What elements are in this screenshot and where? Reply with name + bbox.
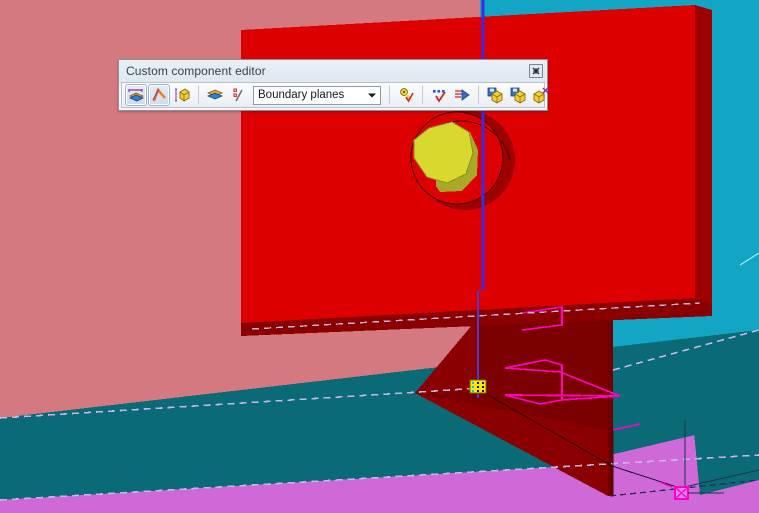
save-component-tool[interactable] <box>484 84 506 106</box>
extrude-solid-tool[interactable] <box>171 84 193 106</box>
origin-handle[interactable] <box>469 379 487 394</box>
toolbar-separator-2 <box>389 86 390 104</box>
combo-value: Boundary planes <box>258 89 345 101</box>
cube-delete-icon <box>533 87 549 104</box>
application-window: Custom component editor Boundary planes <box>0 0 759 513</box>
teal-floor-shade <box>690 370 759 495</box>
panel-title: Custom component editor <box>126 64 266 78</box>
delete-component-tool[interactable] <box>530 84 552 106</box>
plane-with-handles-icon <box>128 89 144 102</box>
close-button[interactable] <box>529 64 543 78</box>
list-arrow-icon <box>455 89 470 101</box>
surface-tool[interactable] <box>204 84 226 106</box>
toolbar-strip: Boundary planes <box>121 82 549 108</box>
custom-component-editor-panel[interactable]: Custom component editor Boundary planes <box>118 59 549 111</box>
save-cube-icon <box>487 87 503 104</box>
red-slab-right-face <box>695 5 712 303</box>
toolbar-separator-4 <box>478 86 479 104</box>
dashed-dimension-icon <box>233 88 243 102</box>
endpoint-handle[interactable] <box>674 486 689 500</box>
dots-check-icon <box>433 90 446 103</box>
save-as-cube-icon <box>510 87 526 104</box>
properties-tool[interactable] <box>451 84 473 106</box>
stacked-surface-icon <box>206 89 224 100</box>
dimension-line-tool[interactable] <box>227 84 249 106</box>
chevron-down-icon[interactable] <box>367 87 377 104</box>
boundary-planes-tool[interactable] <box>125 84 147 106</box>
dark-red-prism-side <box>608 318 613 496</box>
cube-extrude-icon <box>175 88 190 102</box>
toolbar-separator-3 <box>422 86 423 104</box>
toolbar-separator-1 <box>198 86 199 104</box>
variable-tool[interactable] <box>395 84 417 106</box>
construction-lines-tool[interactable] <box>148 84 170 106</box>
close-icon <box>532 67 540 75</box>
validate-tool[interactable] <box>428 84 450 106</box>
key-check-icon <box>400 88 414 103</box>
wireframe-lower <box>504 394 621 397</box>
component-type-combo[interactable]: Boundary planes <box>253 85 381 105</box>
save-as-component-tool[interactable] <box>507 84 529 106</box>
angle-bracket-icon <box>152 87 166 102</box>
